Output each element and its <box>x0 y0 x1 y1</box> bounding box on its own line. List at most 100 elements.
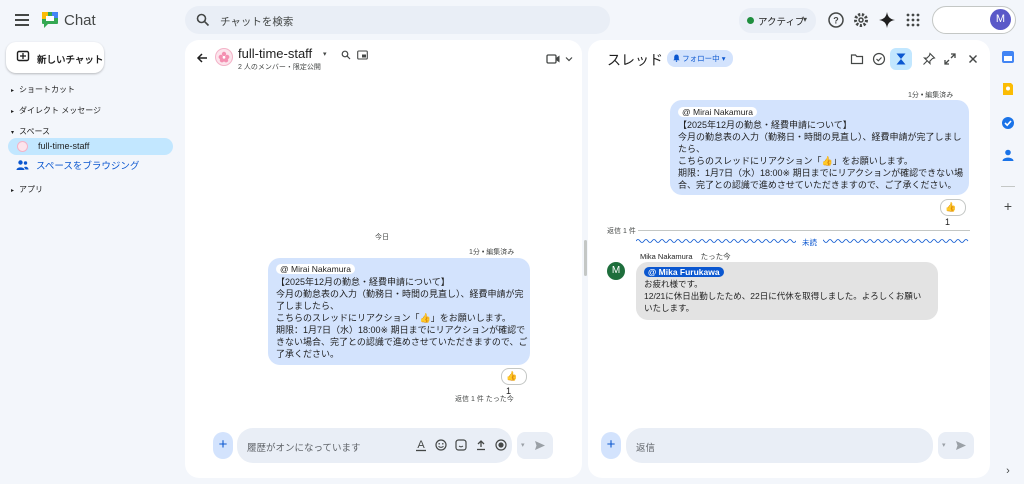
task-check-icon[interactable] <box>872 52 886 66</box>
pin-icon[interactable] <box>922 52 936 66</box>
nav-section-label: ダイレクト メッセージ <box>19 106 102 115</box>
conversation-panel: full-time-staff ▾ 2 人のメンバー・限定公開 今日 1分 • … <box>185 40 582 478</box>
chevron-down-icon[interactable]: ▾ <box>323 50 327 58</box>
nav-section-apps[interactable]: ▸ アプリ <box>11 184 43 195</box>
message-text: お疲れ様です。 12/21に休日出勤したため、22日に代休を取得しました。よろし… <box>644 279 922 313</box>
send-button-group: ▾ <box>938 432 974 459</box>
follow-label: フォロー中 <box>682 54 720 63</box>
message-meta: 1分 • 編集済み <box>908 92 954 99</box>
thread-panel: スレッド フォロー中 ▾ 1分 • 編集済み @ Mirai Nakamura … <box>588 40 990 478</box>
new-chat-label: 新しいチャット <box>37 55 104 66</box>
record-icon[interactable] <box>495 439 507 451</box>
search-icon[interactable] <box>341 50 351 60</box>
sticker-icon[interactable] <box>455 439 467 451</box>
nav-section-shortcuts[interactable]: ▸ ショートカット <box>11 84 75 95</box>
status-label: アクティブ <box>758 17 805 28</box>
space-title[interactable]: full-time-staff <box>238 46 312 61</box>
svg-text:?: ? <box>833 16 839 26</box>
send-options-chevron-icon[interactable]: ▾ <box>521 441 525 449</box>
apps-grid-icon[interactable] <box>904 11 922 29</box>
reply-count-link[interactable]: 返信 1 件 たった今 <box>455 394 514 404</box>
main-menu-icon[interactable] <box>13 12 31 28</box>
keep-icon[interactable] <box>1001 82 1015 96</box>
status-selector[interactable]: アクティブ ▾ <box>739 8 816 33</box>
message-composer[interactable]: 履歴がオンになっています A <box>237 428 512 463</box>
sidebar-item-full-time-staff[interactable]: full-time-staff <box>8 138 173 155</box>
calendar-icon[interactable] <box>1001 50 1015 64</box>
reaction-chip[interactable]: 👍 1 <box>940 199 966 227</box>
app-title: Chat <box>64 12 96 29</box>
search-input[interactable]: チャットを検索 <box>220 14 293 29</box>
top-bar: Chat チャットを検索 アクティブ ▾ ? M <box>0 0 1024 40</box>
avatar[interactable]: M <box>990 9 1011 30</box>
message-bubble[interactable]: @ Mirai Nakamura 【2025年12月の勤怠・経費申請について】 … <box>268 258 530 365</box>
chevron-down-icon: ▾ <box>721 54 726 63</box>
thread-title: スレッド <box>607 52 663 68</box>
close-icon[interactable] <box>966 52 980 66</box>
search-bar[interactable]: チャットを検索 <box>185 6 610 34</box>
message-text: 【2025年12月の勤怠・経費申請について】 今月の勤怠表の入力（勤務日・時間の… <box>276 277 528 359</box>
panel-resize-handle[interactable] <box>584 240 587 276</box>
chevron-down-icon: ▾ <box>803 15 808 24</box>
message-text: 【2025年12月の勤怠・経費申請について】 今月の勤怠表の入力（勤務日・時間の… <box>678 120 964 190</box>
picture-in-picture-icon[interactable] <box>357 50 368 60</box>
nav-section-label: スペース <box>19 127 51 136</box>
mention-chip[interactable]: @ Mirai Nakamura <box>678 106 757 118</box>
send-icon[interactable] <box>534 440 546 451</box>
reply-input[interactable]: 返信 <box>636 440 655 454</box>
expand-icon[interactable] <box>943 52 957 66</box>
space-avatar-icon <box>17 141 28 152</box>
reply-composer[interactable]: 返信 <box>626 428 933 463</box>
new-chat-button[interactable]: 新しいチャット <box>6 42 104 73</box>
folder-icon[interactable] <box>850 52 864 66</box>
nav-section-direct-messages[interactable]: ▸ ダイレクト メッセージ <box>11 105 101 116</box>
space-avatar <box>215 48 233 66</box>
thread-parent-message[interactable]: @ Mirai Nakamura 【2025年12月の勤怠・経費申請について】 … <box>670 100 969 195</box>
tasks-icon[interactable] <box>1001 116 1015 130</box>
back-arrow-icon[interactable] <box>196 52 208 64</box>
reaction-chip[interactable]: 👍 1 <box>501 368 527 396</box>
upload-icon[interactable] <box>475 439 487 451</box>
format-text-icon[interactable]: A <box>414 437 428 453</box>
mention-chip[interactable]: @ Mika Furukawa <box>644 266 724 278</box>
space-member-info: 2 人のメンバー・限定公開 <box>238 64 321 71</box>
caret-right-icon: ▸ <box>11 88 15 94</box>
add-app-icon[interactable]: + <box>1001 199 1015 213</box>
message-meta: 1分 • 編集済み <box>469 249 515 256</box>
send-icon[interactable] <box>955 440 967 451</box>
browse-spaces-link[interactable]: スペースをブラウジング <box>36 158 139 172</box>
svg-text:A: A <box>417 439 425 451</box>
follow-button[interactable]: フォロー中 ▾ <box>667 50 733 67</box>
avatar[interactable]: M <box>607 262 625 280</box>
mention-chip[interactable]: @ Mirai Nakamura <box>276 263 355 275</box>
reply-time: たった今 <box>700 252 731 261</box>
reply-author: Mika Nakamura <box>640 252 693 261</box>
date-divider: 今日 <box>375 234 389 241</box>
contacts-icon[interactable] <box>1001 148 1015 162</box>
add-attachment-button[interactable]: + <box>213 432 233 459</box>
nav-section-label: アプリ <box>19 185 43 194</box>
unread-marker: 未読 <box>796 237 823 248</box>
add-attachment-button[interactable]: + <box>601 432 621 459</box>
divider <box>638 230 970 231</box>
reply-message-bubble[interactable]: @ Mika Furukawa お疲れ様です。 12/21に休日出勤したため、2… <box>636 262 938 320</box>
thread-view-button[interactable] <box>890 48 912 70</box>
reply-count: 返信 1 件 <box>607 228 636 235</box>
people-icon <box>16 159 29 171</box>
video-call-button[interactable] <box>544 50 576 68</box>
composer-input[interactable]: 履歴がオンになっています <box>247 440 361 454</box>
nav-section-label: ショートカット <box>19 85 75 94</box>
sidebar-item-label: full-time-staff <box>38 141 90 151</box>
expand-panel-chevron-icon[interactable]: › <box>1001 464 1015 478</box>
gemini-icon[interactable] <box>878 11 896 29</box>
compose-icon <box>16 50 30 64</box>
caret-right-icon: ▸ <box>11 109 15 115</box>
send-options-chevron-icon[interactable]: ▾ <box>942 441 946 449</box>
bell-icon <box>673 50 680 67</box>
divider <box>1001 186 1015 187</box>
nav-section-spaces[interactable]: ▾ スペース <box>11 126 50 137</box>
help-icon[interactable]: ? <box>827 11 845 29</box>
emoji-icon[interactable] <box>435 439 447 451</box>
gear-icon[interactable] <box>852 11 870 29</box>
chat-logo-icon <box>40 10 60 30</box>
